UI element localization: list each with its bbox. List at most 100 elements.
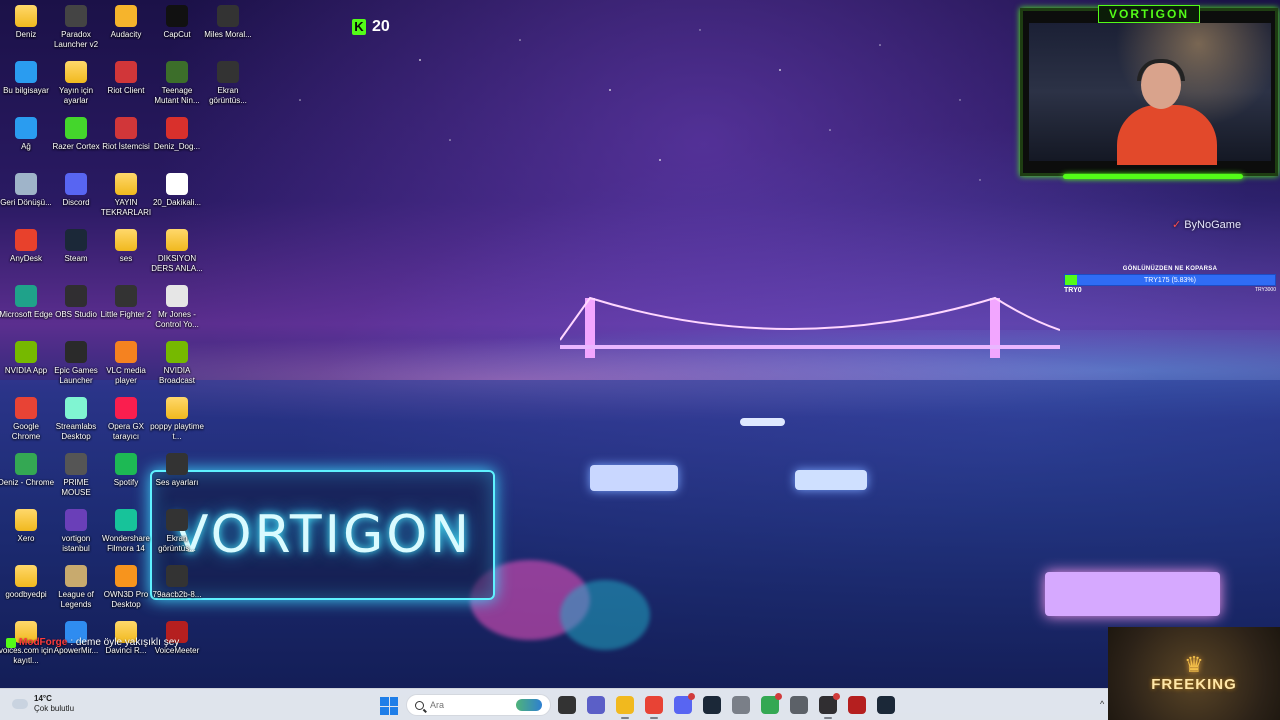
- desktop-icon[interactable]: NVIDIA Broadcast: [151, 336, 203, 390]
- game-icon: [166, 61, 188, 83]
- weather-widget[interactable]: 14°C Çok bulutlu: [9, 694, 74, 714]
- desktop-icon-label: Google Chrome: [11, 422, 41, 441]
- desktop-icon[interactable]: Discord: [50, 168, 102, 222]
- desktop-icon[interactable]: Deniz: [0, 0, 52, 54]
- notification-dot: [688, 693, 695, 700]
- steam-icon[interactable]: [703, 696, 721, 714]
- desktop-icon-label: Spotify: [113, 478, 139, 487]
- desktop-icon[interactable]: Riot Client: [100, 56, 152, 110]
- taskbar-search[interactable]: [406, 694, 551, 716]
- boat: [1045, 572, 1220, 616]
- desktop-icon[interactable]: Google Chrome: [0, 392, 52, 446]
- bynogame-icon: ✓: [1172, 219, 1182, 231]
- filmora-icon: [115, 509, 137, 531]
- desktop-icon[interactable]: Razer Cortex: [50, 112, 102, 166]
- search-input[interactable]: [430, 700, 510, 710]
- desktop-icon[interactable]: Deniz_Dog...: [151, 112, 203, 166]
- desktop-icon[interactable]: Opera GX tarayıcı: [100, 392, 152, 446]
- desktop-icon[interactable]: Spotify: [100, 448, 152, 502]
- riot-icon: [115, 117, 137, 139]
- desktop-icon[interactable]: Ses ayarları: [151, 448, 203, 502]
- desktop-icon-label: Bu bilgisayar: [3, 86, 49, 95]
- desktop-icon-label: Razer Cortex: [52, 142, 100, 151]
- desktop-icon[interactable]: OBS Studio: [50, 280, 102, 334]
- desktop-icon[interactable]: DIKSIYON DERS ANLA...: [151, 224, 203, 278]
- paint-icon[interactable]: [732, 696, 750, 714]
- desktop-icon[interactable]: OWN3D Pro Desktop: [100, 560, 152, 614]
- desktop-icon[interactable]: Ekran görüntüs...: [202, 56, 254, 110]
- desktop-icon[interactable]: 20_Dakikali...: [151, 168, 203, 222]
- desktop-icon[interactable]: League of Legends: [50, 560, 102, 614]
- teams-icon[interactable]: [587, 696, 605, 714]
- desktop-icon-label: DIKSIYON DERS ANLA...: [151, 254, 203, 273]
- desktop-icon[interactable]: Microsoft Edge: [0, 280, 53, 334]
- steam-icon[interactable]: [877, 696, 895, 714]
- image-icon: [217, 61, 239, 83]
- desktop-icon[interactable]: Riot İstemcisi: [100, 112, 152, 166]
- desktop-icon[interactable]: Bu bilgisayar: [0, 56, 52, 110]
- steam-icon: [65, 229, 87, 251]
- desktop-icon[interactable]: PRIME MOUSE: [50, 448, 102, 502]
- obs-icon[interactable]: [819, 693, 840, 719]
- desktop-icon[interactable]: Geri Dönüşü...: [0, 168, 52, 222]
- desktop-icon-label: 79aacb2b-8...: [152, 590, 202, 599]
- desktop-icon[interactable]: Ekran görüntüs...: [151, 504, 203, 558]
- donation-goal-bar: TRY175 (5.83%): [1064, 274, 1276, 286]
- desktop-icon[interactable]: Teenage Mutant Nin...: [151, 56, 203, 110]
- folder-icon: [115, 229, 137, 251]
- image-icon: [166, 565, 188, 587]
- chrome-icon[interactable]: [645, 696, 663, 719]
- desktop-icon[interactable]: Streamlabs Desktop: [50, 392, 102, 446]
- bynogame-text: ByNoGame: [1184, 218, 1242, 231]
- desktop-icon-label: poppy playtime t...: [150, 422, 204, 441]
- task-view-icon[interactable]: [558, 696, 576, 714]
- audacity-icon: [115, 5, 137, 27]
- desktop-icon-label: Steam: [64, 254, 88, 263]
- desktop-icon-label: Discord: [62, 198, 90, 207]
- desktop-icon[interactable]: NVIDIA App: [0, 336, 52, 390]
- desktop-icon[interactable]: Wondershare Filmora 14: [100, 504, 152, 558]
- desktop-icon[interactable]: CapCut: [151, 0, 203, 54]
- voicemeeter-icon[interactable]: [848, 696, 866, 714]
- paradox-icon: [65, 5, 87, 27]
- desktop-icon[interactable]: Yayın için ayarlar: [50, 56, 102, 110]
- desktop-icon[interactable]: Steam: [50, 224, 102, 278]
- mouse-icon: [65, 453, 87, 475]
- desktop-icon[interactable]: Paradox Launcher v2: [50, 0, 102, 54]
- desktop-icon[interactable]: AnyDesk: [0, 224, 52, 278]
- audio-file-icon: [166, 285, 188, 307]
- pdf-icon: [166, 117, 188, 139]
- desktop-icon[interactable]: Deniz - Chrome: [0, 448, 54, 502]
- desktop-icon-label: Opera GX tarayıcı: [107, 422, 144, 441]
- desktop-icon[interactable]: Mr Jones - Control Yo...: [151, 280, 203, 334]
- tray-overflow-chevron-icon[interactable]: ^: [1100, 699, 1104, 709]
- streamlabs-icon: [65, 397, 87, 419]
- chrome-icon[interactable]: [761, 693, 782, 714]
- image-icon: [166, 509, 188, 531]
- desktop-icon-grid: Deniz Bu bilgisayar Ağ Geri Dönüşü... AnyDes…: [0, 0, 260, 690]
- desktop-icon[interactable]: vortigon istanbul: [50, 504, 102, 558]
- desktop-icon[interactable]: VLC media player: [100, 336, 152, 390]
- desktop-icon[interactable]: YAYIN TEKRARLARI: [100, 168, 152, 222]
- desktop-icon-label: AnyDesk: [9, 254, 42, 263]
- settings-icon[interactable]: [790, 696, 808, 714]
- file-explorer-icon[interactable]: [616, 696, 634, 719]
- start-button[interactable]: [380, 697, 398, 715]
- desktop-icon-label: ses: [119, 254, 133, 263]
- desktop-icon[interactable]: Miles Moral...: [202, 0, 254, 54]
- desktop-icon-label: goodbyedpi: [5, 590, 47, 599]
- desktop-icon[interactable]: Epic Games Launcher: [50, 336, 102, 390]
- desktop-icon[interactable]: ses: [100, 224, 152, 278]
- discord-icon[interactable]: [674, 693, 695, 714]
- desktop-icon[interactable]: Ağ: [0, 112, 52, 166]
- desktop-icon[interactable]: 79aacb2b-8...: [151, 560, 203, 614]
- desktop-icon[interactable]: poppy playtime t...: [150, 392, 204, 446]
- desktop-icon[interactable]: Xero: [0, 504, 52, 558]
- donation-goal-widget: GÖNLÜNÜZDEN NE KOPARSA TRY175 (5.83%) TR…: [1064, 266, 1276, 294]
- desktop-icon[interactable]: Little Fighter 2: [100, 280, 152, 334]
- streamer-body: [1117, 105, 1217, 165]
- desktop-icon[interactable]: Audacity: [100, 0, 152, 54]
- desktop-icon[interactable]: goodbyedpi: [0, 560, 52, 614]
- desktop-icon-label: Wondershare Filmora 14: [102, 534, 150, 553]
- desktop-icon-label: Geri Dönüşü...: [0, 198, 52, 207]
